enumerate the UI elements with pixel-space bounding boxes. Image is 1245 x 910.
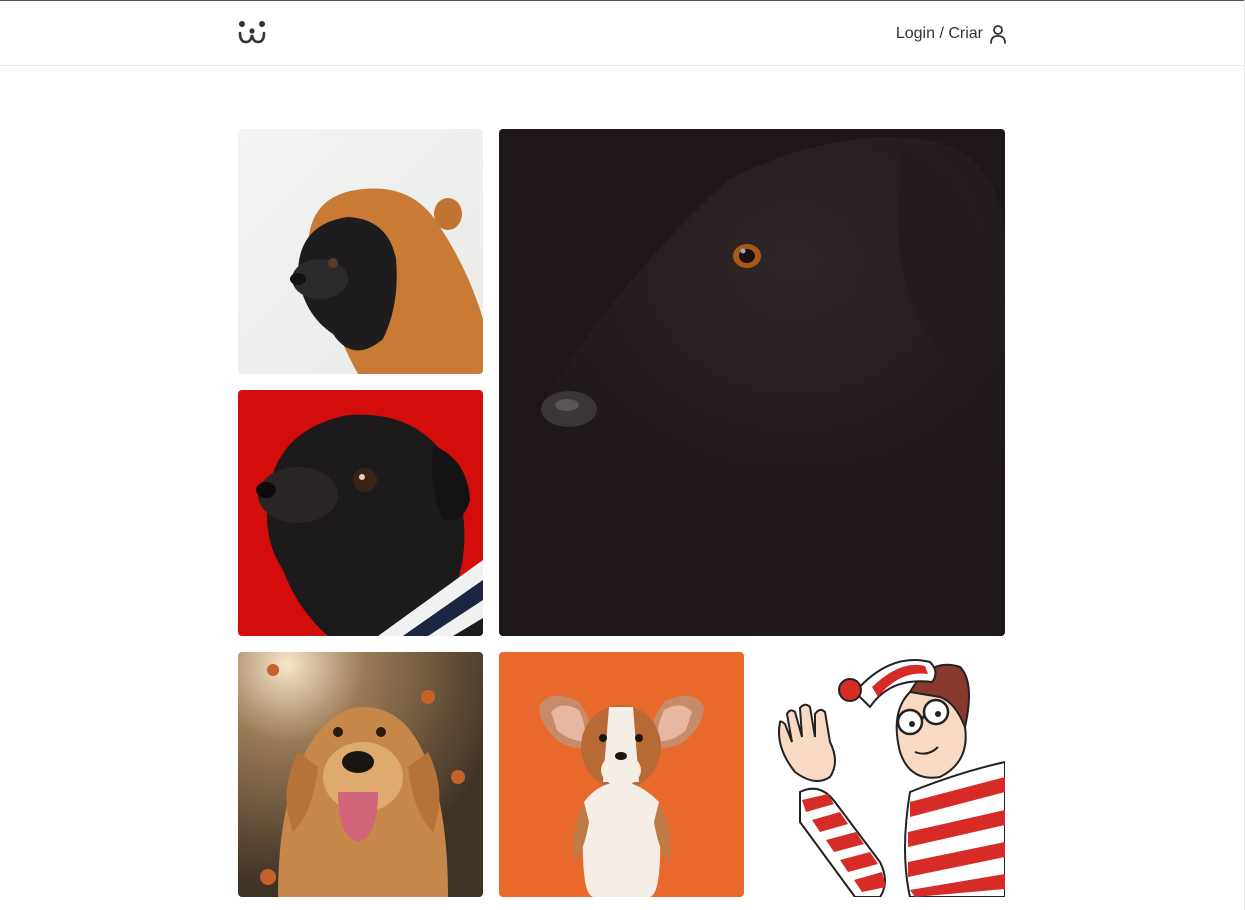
photo-pug-hood[interactable] (238, 129, 483, 374)
photo-black-dog[interactable] (499, 129, 1005, 636)
photo-golden-retriever[interactable] (238, 652, 483, 897)
photo-feed (238, 129, 1005, 897)
photo-waldo-cartoon[interactable] (760, 652, 1005, 897)
login-link[interactable]: Login / Criar (896, 22, 1007, 46)
site-header: Login / Criar (0, 1, 1244, 66)
photo-corgi-puppy[interactable] (499, 652, 744, 897)
photo-pug-red[interactable] (238, 390, 483, 636)
user-icon (989, 24, 1007, 44)
dog-face-logo-icon[interactable] (237, 18, 267, 46)
login-label: Login / Criar (895, 25, 983, 42)
